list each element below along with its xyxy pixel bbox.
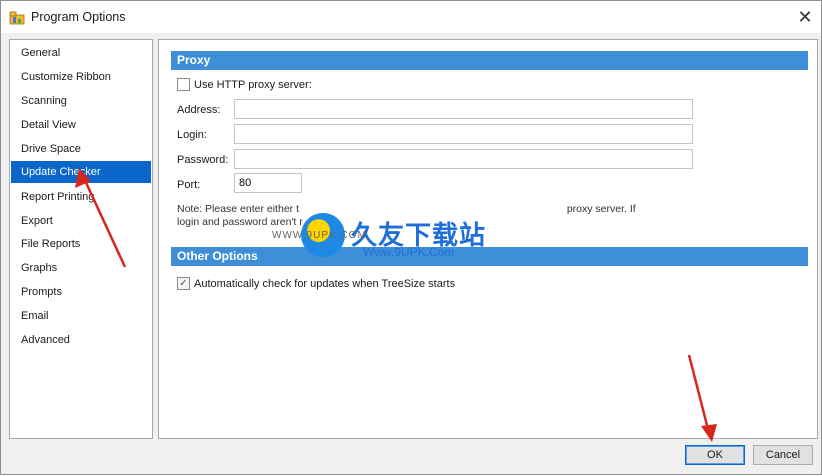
sidebar-item-graphs[interactable]: Graphs: [11, 257, 151, 279]
sidebar-item-update-checker[interactable]: Update Checker: [11, 161, 151, 183]
close-button[interactable]: ✕: [789, 1, 821, 33]
sidebar-item-customize-ribbon[interactable]: Customize Ribbon: [11, 66, 151, 88]
use-proxy-row[interactable]: Use HTTP proxy server:: [177, 78, 312, 91]
options-sidebar: General Customize Ribbon Scanning Detail…: [9, 39, 153, 439]
address-label: Address:: [177, 104, 221, 116]
window-title: Program Options: [31, 10, 126, 24]
proxy-section-header: Proxy: [171, 51, 808, 70]
sidebar-item-advanced[interactable]: Advanced: [11, 329, 151, 351]
port-input[interactable]: [234, 173, 302, 193]
sidebar-item-general[interactable]: General: [11, 42, 151, 64]
sidebar-item-prompts[interactable]: Prompts: [11, 281, 151, 303]
auto-check-row[interactable]: ✓ Automatically check for updates when T…: [177, 277, 455, 290]
watermark-url: Www.9UPK.Com: [363, 245, 455, 259]
close-icon: ✕: [797, 6, 813, 27]
sidebar-item-email[interactable]: Email: [11, 305, 151, 327]
auto-check-checkbox[interactable]: ✓: [177, 277, 190, 290]
title-bar: Program Options ✕: [1, 1, 821, 33]
sidebar-item-file-reports[interactable]: File Reports: [11, 233, 151, 255]
sidebar-item-detail-view[interactable]: Detail View: [11, 114, 151, 136]
address-input[interactable]: [234, 99, 693, 119]
app-icon: [9, 9, 25, 25]
auto-check-label: Automatically check for updates when Tre…: [194, 277, 456, 290]
proxy-note-line1: Note: Please enter either t: [177, 203, 299, 215]
watermark-url-left: WWW.9UPK.COM: [272, 230, 367, 241]
login-input[interactable]: [234, 124, 693, 144]
proxy-note-line1-end: proxy server. If: [566, 203, 636, 215]
checkmark-icon: ✓: [179, 277, 188, 289]
sidebar-item-scanning[interactable]: Scanning: [11, 90, 151, 112]
use-proxy-checkbox[interactable]: [177, 78, 190, 91]
cancel-button[interactable]: Cancel: [753, 445, 813, 465]
sidebar-item-export[interactable]: Export: [11, 210, 151, 232]
password-label: Password:: [177, 154, 229, 166]
sidebar-item-drive-space[interactable]: Drive Space: [11, 138, 151, 160]
port-label: Port:: [177, 179, 201, 191]
ok-button[interactable]: OK: [685, 445, 745, 465]
login-label: Login:: [177, 129, 207, 141]
password-input[interactable]: [234, 149, 693, 169]
program-options-dialog: Program Options ✕ General Customize Ribb…: [0, 0, 822, 475]
sidebar-item-report-printing[interactable]: Report Printing: [11, 186, 151, 208]
use-proxy-label: Use HTTP proxy server:: [194, 78, 312, 91]
